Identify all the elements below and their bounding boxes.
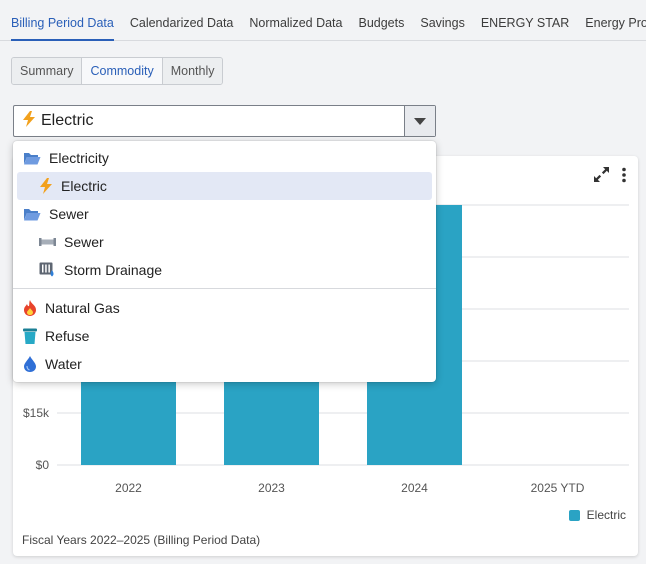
- x-tick-label: 2025 YTD: [531, 481, 585, 495]
- commodity-dropdown-menu: Electricity Electric Sewer Sewer Storm D…: [13, 141, 436, 382]
- select-dropdown-button[interactable]: [404, 106, 435, 136]
- x-tick-label: 2022: [115, 481, 142, 495]
- menu-item-storm-drainage[interactable]: Storm Drainage: [17, 256, 432, 284]
- x-tick-label: 2024: [401, 481, 428, 495]
- menu-label: Natural Gas: [45, 300, 120, 316]
- expand-icon[interactable]: [593, 166, 610, 188]
- menu-label: Electricity: [49, 150, 109, 166]
- chart-tools: [593, 166, 626, 188]
- menu-label: Sewer: [49, 206, 89, 222]
- y-tick-label: $0: [36, 458, 50, 472]
- folder-open-icon: [23, 151, 41, 165]
- water-drop-icon: [23, 356, 37, 372]
- menu-item-natural-gas[interactable]: Natural Gas: [17, 294, 432, 322]
- more-options-icon[interactable]: [622, 167, 626, 188]
- tab-calendarized-data[interactable]: Calendarized Data: [130, 0, 234, 41]
- menu-label: Electric: [61, 178, 107, 194]
- legend-label: Electric: [586, 508, 626, 522]
- commodity-select-label: Electric: [41, 112, 94, 129]
- chart-footnote: Fiscal Years 2022–2025 (Billing Period D…: [22, 533, 261, 547]
- lightning-icon: [22, 110, 36, 132]
- tab-normalized-data[interactable]: Normalized Data: [249, 0, 342, 41]
- view-toggle: Summary Commodity Monthly: [11, 57, 224, 85]
- y-tick-label: $15k: [23, 406, 50, 420]
- menu-label: Sewer: [64, 234, 104, 250]
- tab-billing-period-data[interactable]: Billing Period Data: [11, 0, 114, 41]
- commodity-select[interactable]: Electric: [13, 105, 436, 137]
- trash-bin-icon: [23, 328, 37, 344]
- pipe-icon: [39, 236, 56, 248]
- menu-item-sewer[interactable]: Sewer: [17, 228, 432, 256]
- menu-label: Water: [45, 356, 82, 372]
- menu-item-refuse[interactable]: Refuse: [17, 322, 432, 350]
- tab-energy-projects[interactable]: Energy Projects: [585, 0, 646, 41]
- menu-label: Storm Drainage: [64, 262, 163, 278]
- x-tick-label: 2023: [258, 481, 285, 495]
- summary-toggle-button[interactable]: Summary: [12, 58, 83, 84]
- menu-group-sewer[interactable]: Sewer: [17, 200, 432, 228]
- folder-open-icon: [23, 207, 41, 221]
- storm-drain-icon: [39, 262, 56, 278]
- caret-down-icon: [414, 112, 426, 130]
- menu-item-water[interactable]: Water: [17, 350, 432, 378]
- flame-icon: [23, 300, 37, 316]
- lightning-icon: [39, 178, 53, 194]
- monthly-toggle-button[interactable]: Monthly: [162, 58, 223, 84]
- menu-group-electricity[interactable]: Electricity: [17, 144, 432, 172]
- menu-item-electric[interactable]: Electric: [17, 172, 432, 200]
- report-tabs: Billing Period Data Calendarized Data No…: [0, 0, 646, 41]
- chart-legend: Electric: [568, 508, 626, 522]
- commodity-select-value: Electric: [14, 110, 404, 132]
- commodity-toggle-button[interactable]: Commodity: [82, 58, 163, 84]
- tab-energy-star[interactable]: ENERGY STAR: [481, 0, 569, 41]
- menu-divider: [13, 288, 436, 289]
- tab-savings[interactable]: Savings: [420, 0, 464, 41]
- legend-swatch: [568, 509, 580, 521]
- tab-budgets[interactable]: Budgets: [358, 0, 404, 41]
- menu-label: Refuse: [45, 328, 90, 344]
